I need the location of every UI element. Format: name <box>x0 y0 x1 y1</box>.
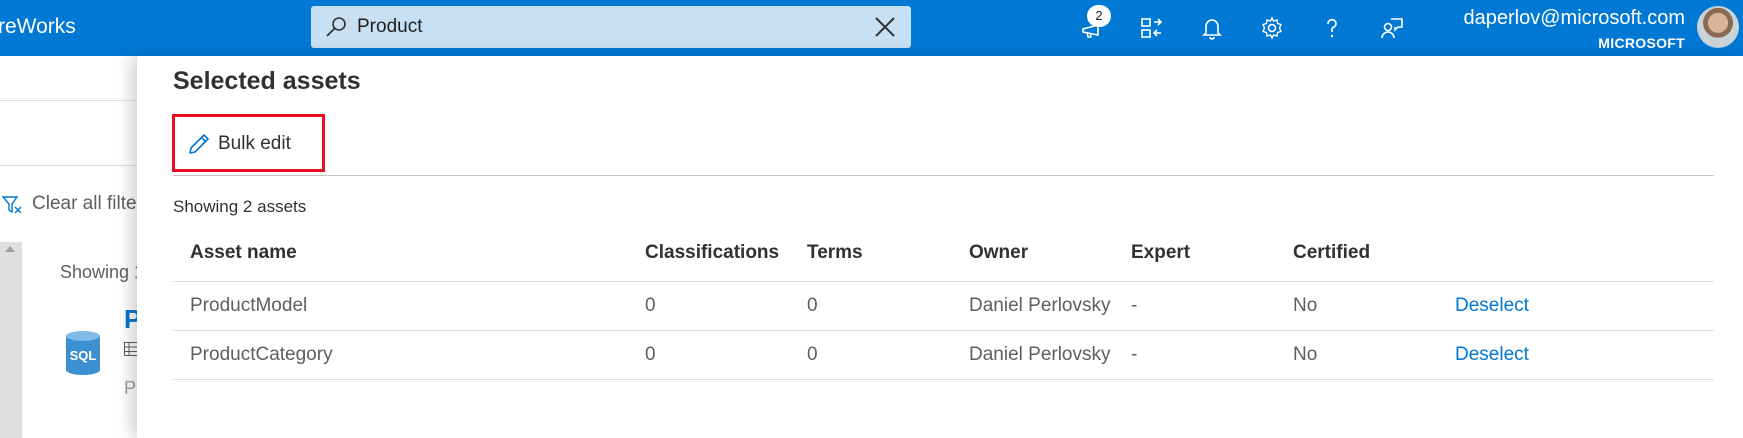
scrollbar[interactable] <box>0 242 22 438</box>
certified: No <box>1293 344 1318 365</box>
divider <box>0 100 140 101</box>
asset-name[interactable]: ProductModel <box>190 295 307 317</box>
table-icon <box>124 342 138 356</box>
divider <box>0 165 140 166</box>
scroll-up-arrow-icon[interactable] <box>5 246 15 252</box>
search-icon <box>326 17 346 37</box>
command-bar-divider <box>173 175 1714 176</box>
gear-icon <box>1262 16 1282 40</box>
column-header-certified[interactable]: Certified <box>1293 242 1370 264</box>
column-header-classifications[interactable]: Classifications <box>645 242 779 264</box>
sql-database-icon: SQL <box>66 331 100 375</box>
selected-assets-panel: Selected assets Bulk edit Showing 2 asse… <box>137 56 1743 438</box>
column-header-expert[interactable]: Expert <box>1131 242 1190 264</box>
clear-all-filters-button[interactable]: Clear all filte <box>0 193 140 217</box>
table-row: ProductModel 0 0 Daniel Perlovsky - No D… <box>173 282 1714 331</box>
help-button[interactable] <box>1314 10 1350 46</box>
top-bar: reWorks 2 <box>0 0 1743 56</box>
results-count: Showing 1 <box>60 262 140 282</box>
bulk-edit-label: Bulk edit <box>218 133 291 154</box>
bulk-edit-button[interactable]: Bulk edit <box>172 114 325 172</box>
user-organization: MICROSOFT <box>1598 35 1685 51</box>
column-header-asset-name[interactable]: Asset name <box>190 242 297 264</box>
terms-count: 0 <box>807 295 818 316</box>
table-row: ProductCategory 0 0 Daniel Perlovsky - N… <box>173 331 1714 380</box>
bell-icon <box>1202 19 1222 40</box>
result-subtitle: P <box>124 378 137 398</box>
asset-name[interactable]: ProductCategory <box>190 344 333 366</box>
certified: No <box>1293 295 1318 316</box>
settings-button[interactable] <box>1254 10 1290 46</box>
directory-switch-icon <box>1141 18 1163 38</box>
column-header-terms[interactable]: Terms <box>807 242 863 264</box>
search-input[interactable] <box>357 6 837 48</box>
panel-title: Selected assets <box>173 67 361 95</box>
expert: - <box>1131 344 1138 365</box>
user-avatar[interactable] <box>1697 6 1739 48</box>
feedback-person-icon <box>1381 18 1403 39</box>
classifications-count: 0 <box>645 295 656 316</box>
owner: Daniel Perlovsky <box>969 295 1111 316</box>
feedback-button[interactable] <box>1374 10 1410 46</box>
notifications-button[interactable] <box>1194 10 1230 46</box>
question-mark-icon <box>1327 18 1337 38</box>
terms-count: 0 <box>807 344 818 365</box>
clear-search-icon[interactable] <box>874 16 896 38</box>
deselect-link[interactable]: Deselect <box>1455 295 1529 317</box>
clear-all-filters-label: Clear all filte <box>32 193 137 214</box>
classifications-count: 0 <box>645 344 656 365</box>
background-search-page: Clear all filte Showing 1 SQL P P <box>0 56 141 438</box>
global-search[interactable] <box>311 6 911 48</box>
user-email[interactable]: daperlov@microsoft.com <box>1464 7 1685 30</box>
sql-label: SQL <box>70 348 97 363</box>
expert: - <box>1131 295 1138 316</box>
notification-count-badge: 2 <box>1087 5 1111 27</box>
app-brand[interactable]: reWorks <box>0 15 76 39</box>
switch-directory-button[interactable] <box>1134 10 1170 46</box>
deselect-link[interactable]: Deselect <box>1455 344 1529 366</box>
assets-count: Showing 2 assets <box>173 197 307 216</box>
pencil-icon <box>189 134 209 154</box>
column-header-owner[interactable]: Owner <box>969 242 1028 264</box>
table-header-row: Asset name Classifications Terms Owner E… <box>173 226 1714 282</box>
owner: Daniel Perlovsky <box>969 344 1111 365</box>
filter-clear-icon <box>2 196 22 214</box>
